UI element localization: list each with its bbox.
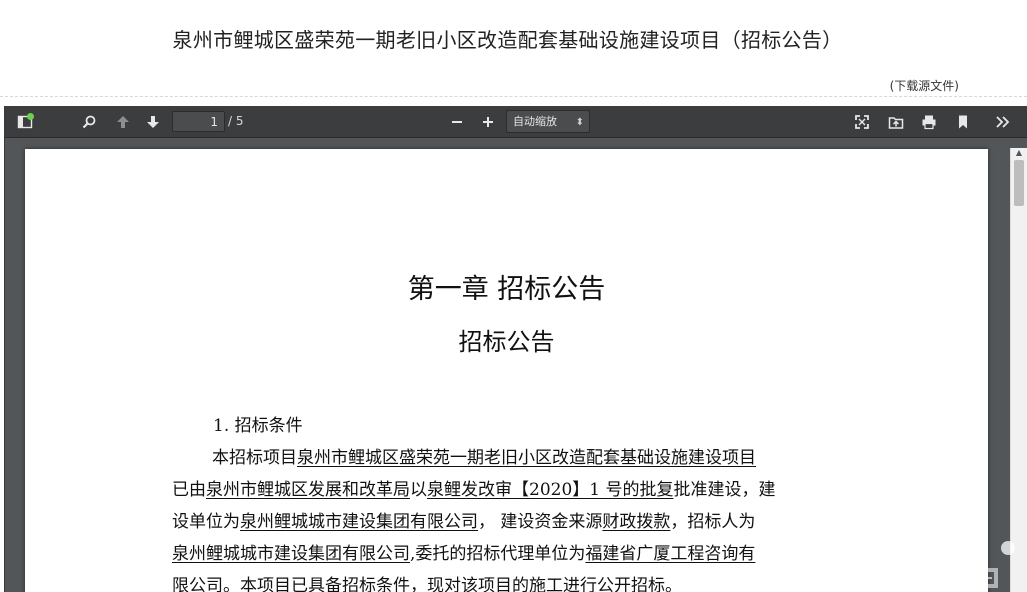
chapter-title: 第一章 招标公告 [407,274,606,305]
zoom-in-icon[interactable] [476,110,500,134]
underlined-term: 财政拨款 [602,512,671,532]
underlined-term: 泉州鲤城城市建设集团有限公司 [240,512,478,532]
tools-icon[interactable] [991,110,1015,134]
paragraph-line: 本招标项目泉州市鲤城区盛荣苑一期老旧小区改造配套基础设施建设项目 [212,448,884,468]
notification-dot [27,113,34,120]
text-run: 本招标项目 [212,448,297,468]
text-run: ，招标人为 [670,512,756,532]
pdf-viewer: / 5 自动缩放 ⬍ 第一章 招标公告 招标公告 1. 招标条件 本招 [4,106,1027,592]
text-run: 。本项目已具备招标条件，现对该项目的施工进行公开招标。 [223,576,682,592]
open-file-icon[interactable] [884,110,908,134]
sidebar-toggle-icon[interactable] [13,110,37,134]
text-run: ,委托的招标代理单位为 [410,544,586,564]
underlined-term: 泉州市鲤城区发展和改革局 [206,480,410,500]
select-caret-icon: ⬍ [575,117,584,128]
page-count: / 5 [228,114,244,128]
download-source-link[interactable]: (下载源文件) [890,77,959,94]
text-run: ， 建设资金来源 [478,512,603,532]
text-run: 已由 [172,480,206,500]
search-icon[interactable] [77,110,101,134]
header-divider [0,96,1027,97]
pdf-page: 第一章 招标公告 招标公告 1. 招标条件 本招标项目泉州市鲤城区盛荣苑一期老旧… [25,149,988,592]
zoom-select[interactable]: 自动缩放 ⬍ [506,110,590,133]
text-run: 设单位为 [172,512,240,532]
underlined-term: 泉鲤发改审【2020】1 号的批复 [427,480,674,500]
presentation-mode-icon[interactable] [850,110,874,134]
text-run: 批准建设，建 [673,480,776,500]
underlined-term: 福建省广厦工程咨询有 [585,544,756,564]
zoom-out-icon[interactable] [445,110,469,134]
paragraph-line: 限公司。本项目已具备招标条件，现对该项目的施工进行公开招标。 [172,576,844,592]
clause-heading: 1. 招标条件 [213,416,303,436]
bookmark-icon[interactable] [951,110,975,134]
previous-page-icon[interactable] [111,110,135,134]
paragraph-line: 设单位为泉州鲤城城市建设集团有限公司， 建设资金来源财政拨款，招标人为 [172,512,844,532]
paragraph-line: 泉州鲤城城市建设集团有限公司,委托的招标代理单位为福建省广厦工程咨询有 [172,544,844,564]
underlined-term: 泉州市鲤城区盛荣苑一期老旧小区改造配套基础设施建设项目 [297,448,756,468]
watermark-logo [968,538,1024,592]
pdf-toolbar: / 5 自动缩放 ⬍ [5,106,1027,138]
next-page-icon[interactable] [141,110,165,134]
underlined-term: 泉州鲤城城市建设集团有限公司 [172,544,410,564]
page-number-input[interactable] [172,111,225,132]
section-title: 招标公告 [458,328,555,356]
print-icon[interactable] [917,110,941,134]
paragraph-line: 已由泉州市鲤城区发展和改革局以泉鲤发改审【2020】1 号的批复批准建设，建 [172,480,844,500]
underlined-term: 限公司 [172,576,223,592]
document-title: 泉州市鲤城区盛荣苑一期老旧小区改造配套基础设施建设项目（招标公告） [172,28,843,52]
page-header: 泉州市鲤城区盛荣苑一期老旧小区改造配套基础设施建设项目（招标公告） (下载源文件… [0,0,1027,98]
zoom-select-value: 自动缩放 [513,115,557,128]
vertical-scrollbar[interactable]: ▲ [1010,148,1027,592]
text-run: 以 [410,480,427,500]
scroll-thumb[interactable] [1014,160,1024,206]
